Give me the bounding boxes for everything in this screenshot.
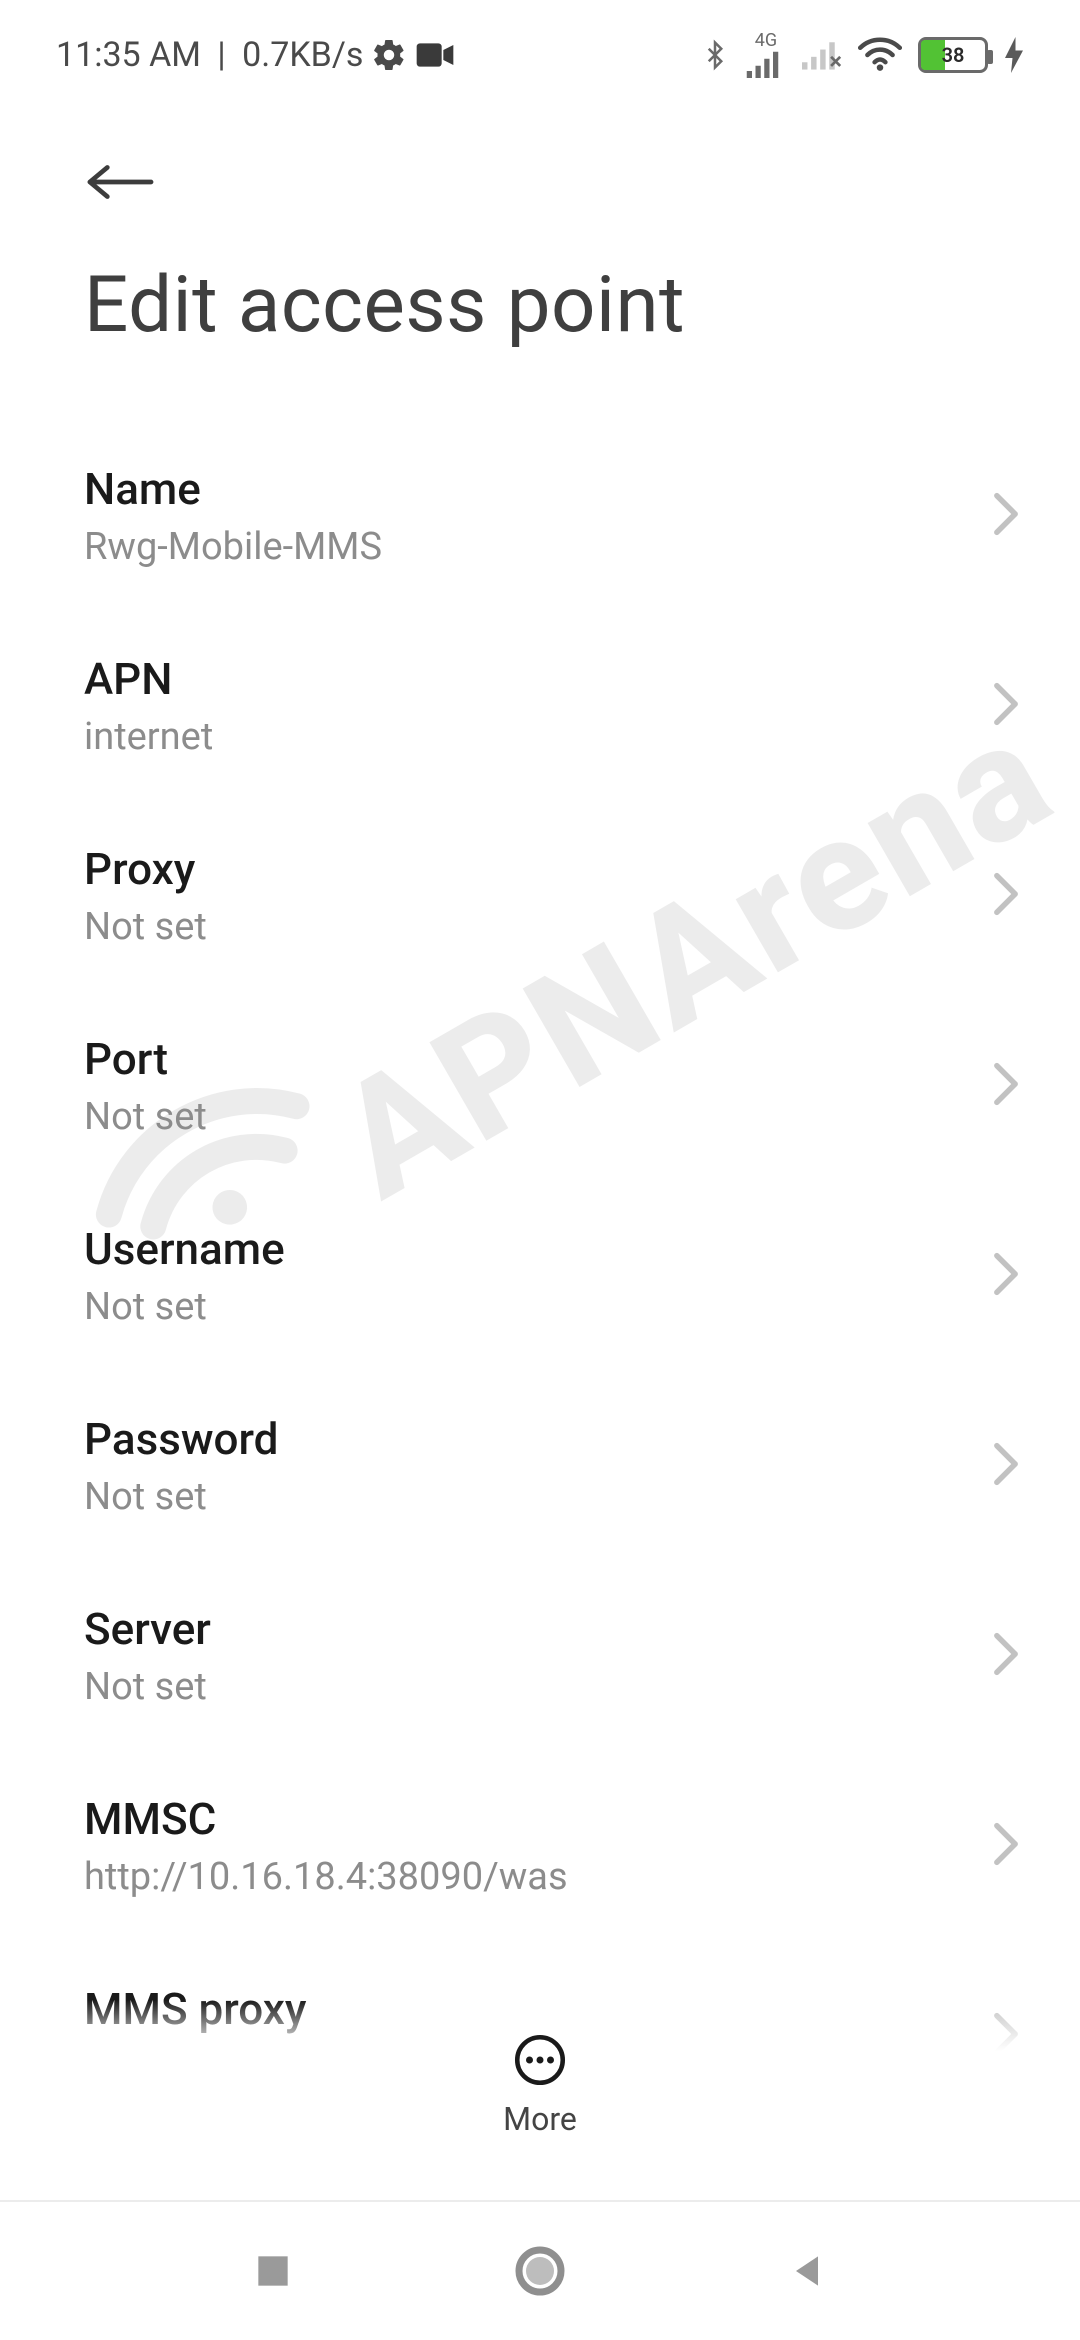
toolbar xyxy=(0,100,1080,220)
status-net-rate: 0.7KB/s xyxy=(242,35,363,75)
battery-percent: 38 xyxy=(921,43,985,67)
status-bar: 11:35 AM | 0.7KB/s 4G 38 xyxy=(0,0,1080,100)
chevron-right-icon xyxy=(992,1062,1020,1110)
battery-icon: 38 xyxy=(918,37,988,73)
setting-row-password[interactable]: Password Not set xyxy=(0,1371,1080,1561)
bottom-action-bar: More xyxy=(0,2000,1080,2170)
chevron-right-icon xyxy=(992,492,1020,540)
square-icon xyxy=(251,2249,295,2293)
setting-label: APN xyxy=(84,653,213,705)
status-left: 11:35 AM | 0.7KB/s xyxy=(56,35,455,75)
setting-row-name[interactable]: Name Rwg-Mobile-MMS xyxy=(0,421,1080,611)
setting-label: Server xyxy=(84,1603,211,1655)
setting-value: Not set xyxy=(84,1665,211,1709)
setting-label: MMSC xyxy=(84,1793,568,1845)
setting-value: Not set xyxy=(84,1285,285,1329)
more-icon xyxy=(512,2032,568,2092)
camera-icon xyxy=(415,40,455,70)
more-label: More xyxy=(503,2100,577,2138)
setting-row-server[interactable]: Server Not set xyxy=(0,1561,1080,1751)
status-time: 11:35 AM xyxy=(56,35,201,75)
signal-nosim-icon xyxy=(802,39,842,71)
setting-label: Name xyxy=(84,463,382,515)
setting-label: Proxy xyxy=(84,843,207,895)
status-separator: | xyxy=(209,35,234,75)
network-label: 4G xyxy=(755,32,777,50)
setting-row-proxy[interactable]: Proxy Not set xyxy=(0,801,1080,991)
chevron-right-icon xyxy=(992,1442,1020,1490)
back-button[interactable] xyxy=(84,157,154,211)
setting-label: Port xyxy=(84,1033,207,1085)
settings-list: Name Rwg-Mobile-MMS APN internet Proxy N… xyxy=(0,391,1080,2101)
setting-value: Not set xyxy=(84,905,207,949)
nav-back-button[interactable] xyxy=(747,2221,867,2321)
setting-value: internet xyxy=(84,715,213,759)
chevron-right-icon xyxy=(992,1822,1020,1870)
circle-icon xyxy=(512,2243,568,2299)
chevron-right-icon xyxy=(992,872,1020,920)
bluetooth-icon xyxy=(700,35,730,75)
chevron-right-icon xyxy=(992,682,1020,730)
nav-home-button[interactable] xyxy=(480,2221,600,2321)
status-right: 4G 38 xyxy=(700,32,1024,78)
setting-value: Rwg-Mobile-MMS xyxy=(84,525,382,569)
setting-row-port[interactable]: Port Not set xyxy=(0,991,1080,1181)
page-title: Edit access point xyxy=(0,220,1080,391)
arrow-left-icon xyxy=(84,157,154,207)
nav-recents-button[interactable] xyxy=(213,2221,333,2321)
signal-4g-icon: 4G xyxy=(746,32,786,78)
gear-icon xyxy=(371,37,407,73)
setting-value: http://10.16.18.4:38090/was xyxy=(84,1855,568,1899)
wifi-icon xyxy=(858,37,902,73)
chevron-right-icon xyxy=(992,1632,1020,1680)
setting-value: Not set xyxy=(84,1475,278,1519)
triangle-left-icon xyxy=(785,2249,829,2293)
chevron-right-icon xyxy=(992,1252,1020,1300)
setting-row-mmsc[interactable]: MMSC http://10.16.18.4:38090/was xyxy=(0,1751,1080,1941)
setting-row-apn[interactable]: APN internet xyxy=(0,611,1080,801)
setting-label: Password xyxy=(84,1413,278,1465)
system-nav-bar xyxy=(0,2200,1080,2340)
setting-label: Username xyxy=(84,1223,285,1275)
setting-row-username[interactable]: Username Not set xyxy=(0,1181,1080,1371)
more-button[interactable]: More xyxy=(503,2032,577,2138)
lightning-icon xyxy=(1004,37,1024,73)
setting-value: Not set xyxy=(84,1095,207,1139)
